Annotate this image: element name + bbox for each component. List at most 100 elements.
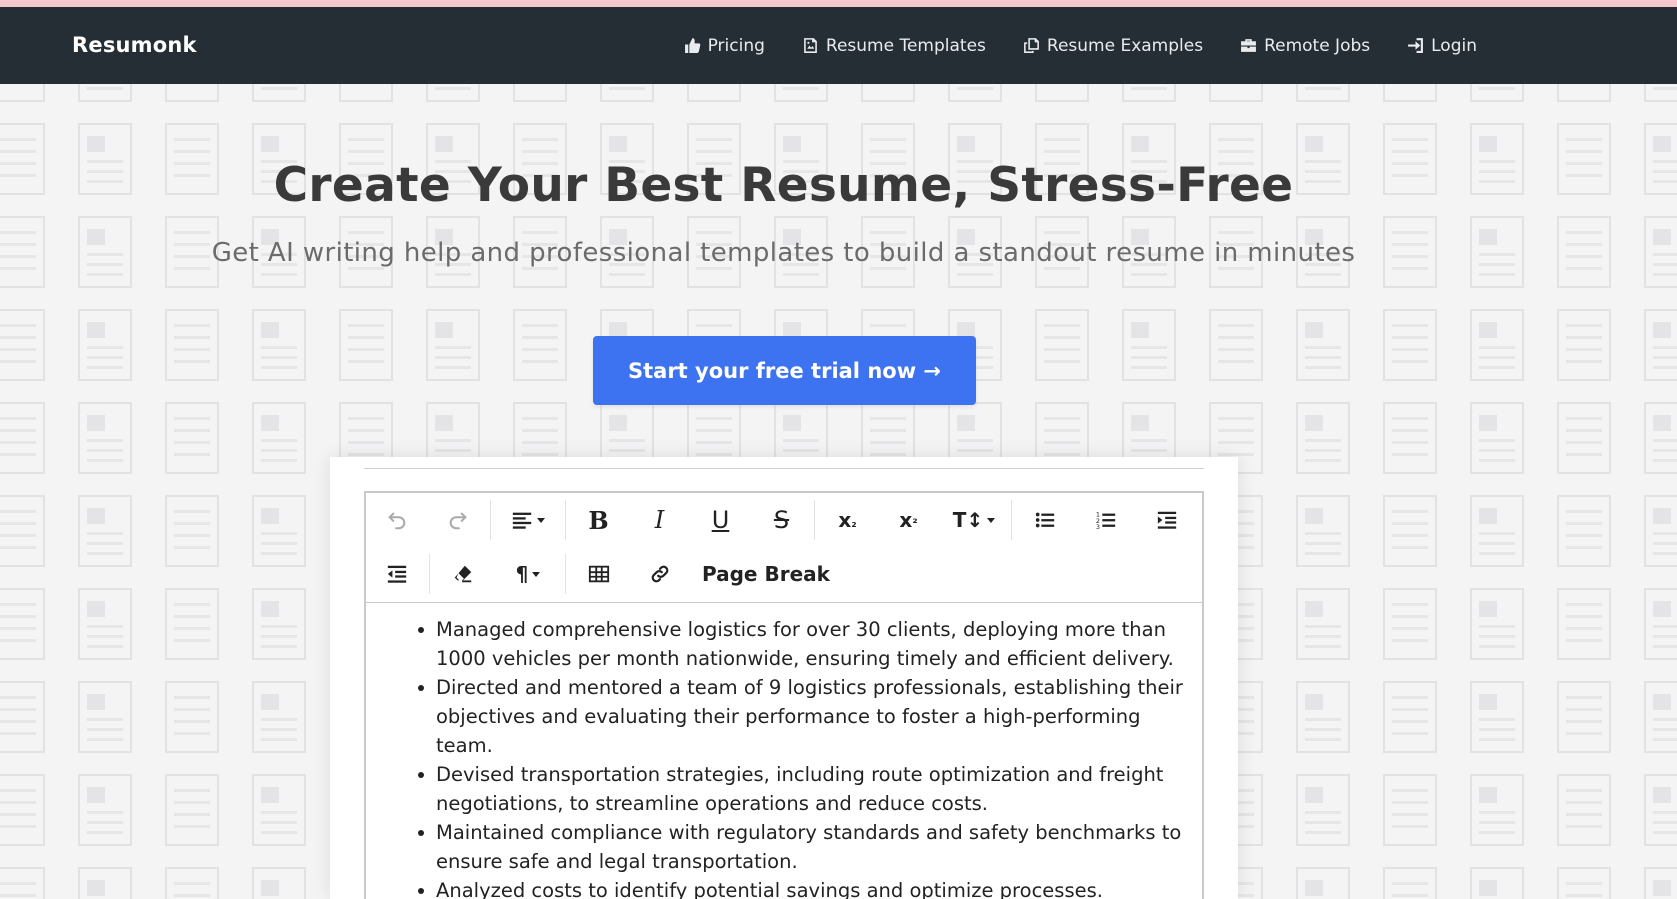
redo-icon (449, 512, 467, 530)
background-document-icon (165, 681, 219, 753)
font-size-icon: T↕ (952, 508, 984, 532)
eraser-icon (454, 565, 471, 583)
svg-text:3: 3 (1095, 523, 1099, 531)
superscript-icon: x² (899, 508, 918, 532)
background-document-icon (1644, 681, 1677, 753)
superscript-button[interactable]: x² (878, 493, 939, 547)
background-document-icon (1470, 84, 1524, 102)
background-document-icon (0, 495, 45, 567)
background-document-icon (0, 588, 45, 660)
chevron-down-icon (532, 571, 541, 577)
background-document-icon (1296, 402, 1350, 474)
list-item: Maintained compliance with regulatory st… (416, 818, 1184, 876)
nav-pricing[interactable]: Pricing (684, 36, 765, 56)
start-free-trial-button[interactable]: Start your free trial now → (593, 336, 976, 405)
outdent-button[interactable] (366, 547, 427, 601)
background-document-icon (1644, 84, 1677, 102)
page-break-button[interactable]: Page Break (690, 547, 842, 601)
background-document-icon (1557, 681, 1611, 753)
redo-button[interactable] (427, 493, 488, 547)
background-document-icon (426, 84, 480, 102)
nav-remote-jobs[interactable]: Remote Jobs (1240, 36, 1370, 56)
rich-text-editor: B I U S x₂ x² T↕ 123 ¶ Page Break Manage… (364, 491, 1204, 899)
background-document-icon (1644, 309, 1677, 381)
background-document-icon (1296, 84, 1350, 102)
editor-preview-card: B I U S x₂ x² T↕ 123 ¶ Page Break Manage… (330, 457, 1238, 899)
insert-link-button[interactable] (629, 547, 690, 601)
background-document-icon (252, 867, 306, 899)
nav-resume-examples-label: Resume Examples (1046, 35, 1204, 56)
top-accent-strip (0, 0, 1677, 7)
background-document-icon (165, 495, 219, 567)
background-document-icon (1557, 84, 1611, 102)
background-document-icon (513, 309, 567, 381)
background-document-icon (1644, 123, 1677, 195)
navbar: Resumonk Pricing Resume Templates Resume… (0, 7, 1677, 84)
undo-button[interactable] (366, 493, 427, 547)
toolbar-row-1: B I U S x₂ x² T↕ 123 (366, 493, 1197, 547)
background-document-icon (1644, 495, 1677, 567)
bullet-list: Managed comprehensive logistics for over… (416, 615, 1184, 899)
background-document-icon (1557, 402, 1611, 474)
outdent-icon (387, 565, 406, 583)
background-document-icon (78, 867, 132, 899)
bold-button[interactable]: B (568, 493, 629, 547)
background-document-icon (165, 867, 219, 899)
font-size-dropdown[interactable]: T↕ (939, 493, 1009, 547)
background-document-icon (1557, 495, 1611, 567)
strikethrough-button[interactable]: S (751, 493, 812, 547)
background-document-icon (252, 681, 306, 753)
background-document-icon (1122, 309, 1176, 381)
strikethrough-icon: S (773, 506, 790, 534)
insert-table-button[interactable] (568, 547, 629, 601)
list-item: Devised transportation strategies, inclu… (416, 760, 1184, 818)
indent-button[interactable] (1136, 493, 1197, 547)
background-document-icon (0, 867, 45, 899)
background-document-icon (1644, 216, 1677, 288)
underline-button[interactable]: U (690, 493, 751, 547)
italic-button[interactable]: I (629, 493, 690, 547)
nav-login[interactable]: Login (1407, 36, 1477, 56)
background-document-icon (1470, 495, 1524, 567)
background-document-icon (774, 84, 828, 102)
background-document-icon (1470, 588, 1524, 660)
background-document-icon (252, 588, 306, 660)
background-document-icon (1383, 774, 1437, 846)
numbered-list-icon: 123 (1095, 510, 1115, 531)
background-document-icon (78, 681, 132, 753)
bullet-list-button[interactable] (1014, 493, 1075, 547)
background-document-icon (252, 402, 306, 474)
toolbar-row-2: ¶ Page Break (366, 547, 842, 601)
card-divider (364, 457, 1204, 469)
background-document-icon (948, 84, 1002, 102)
toolbar-separator (565, 554, 566, 594)
briefcase-icon (1241, 39, 1256, 52)
background-document-icon (252, 84, 306, 102)
background-document-icon (1470, 402, 1524, 474)
background-document-icon (1470, 681, 1524, 753)
background-document-icon (0, 84, 45, 102)
brand-logo[interactable]: Resumonk (72, 7, 197, 84)
hero-title: Create Your Best Resume, Stress-Free (273, 158, 1294, 213)
background-document-icon (1383, 681, 1437, 753)
list-item: Directed and mentored a team of 9 logist… (416, 673, 1184, 760)
align-dropdown[interactable] (493, 493, 563, 547)
paragraph-dropdown[interactable]: ¶ (493, 547, 563, 601)
numbered-list-button[interactable]: 123 (1075, 493, 1136, 547)
subscript-button[interactable]: x₂ (817, 493, 878, 547)
toolbar-separator (490, 500, 491, 540)
background-document-icon (1644, 774, 1677, 846)
background-document-icon (1296, 681, 1350, 753)
background-document-icon (1557, 309, 1611, 381)
background-document-icon (1644, 588, 1677, 660)
background-document-icon (1035, 84, 1089, 102)
subscript-icon: x₂ (838, 508, 857, 532)
nav-resume-templates[interactable]: Resume Templates (802, 36, 986, 56)
background-document-icon (0, 309, 45, 381)
background-document-icon (339, 84, 393, 102)
nav-resume-examples[interactable]: Resume Examples (1023, 36, 1203, 56)
hero-subtitle: Get AI writing help and professional tem… (211, 238, 1356, 268)
editor-content[interactable]: Managed comprehensive logistics for over… (366, 603, 1202, 899)
background-document-icon (1557, 774, 1611, 846)
clear-formatting-button[interactable] (432, 547, 493, 601)
